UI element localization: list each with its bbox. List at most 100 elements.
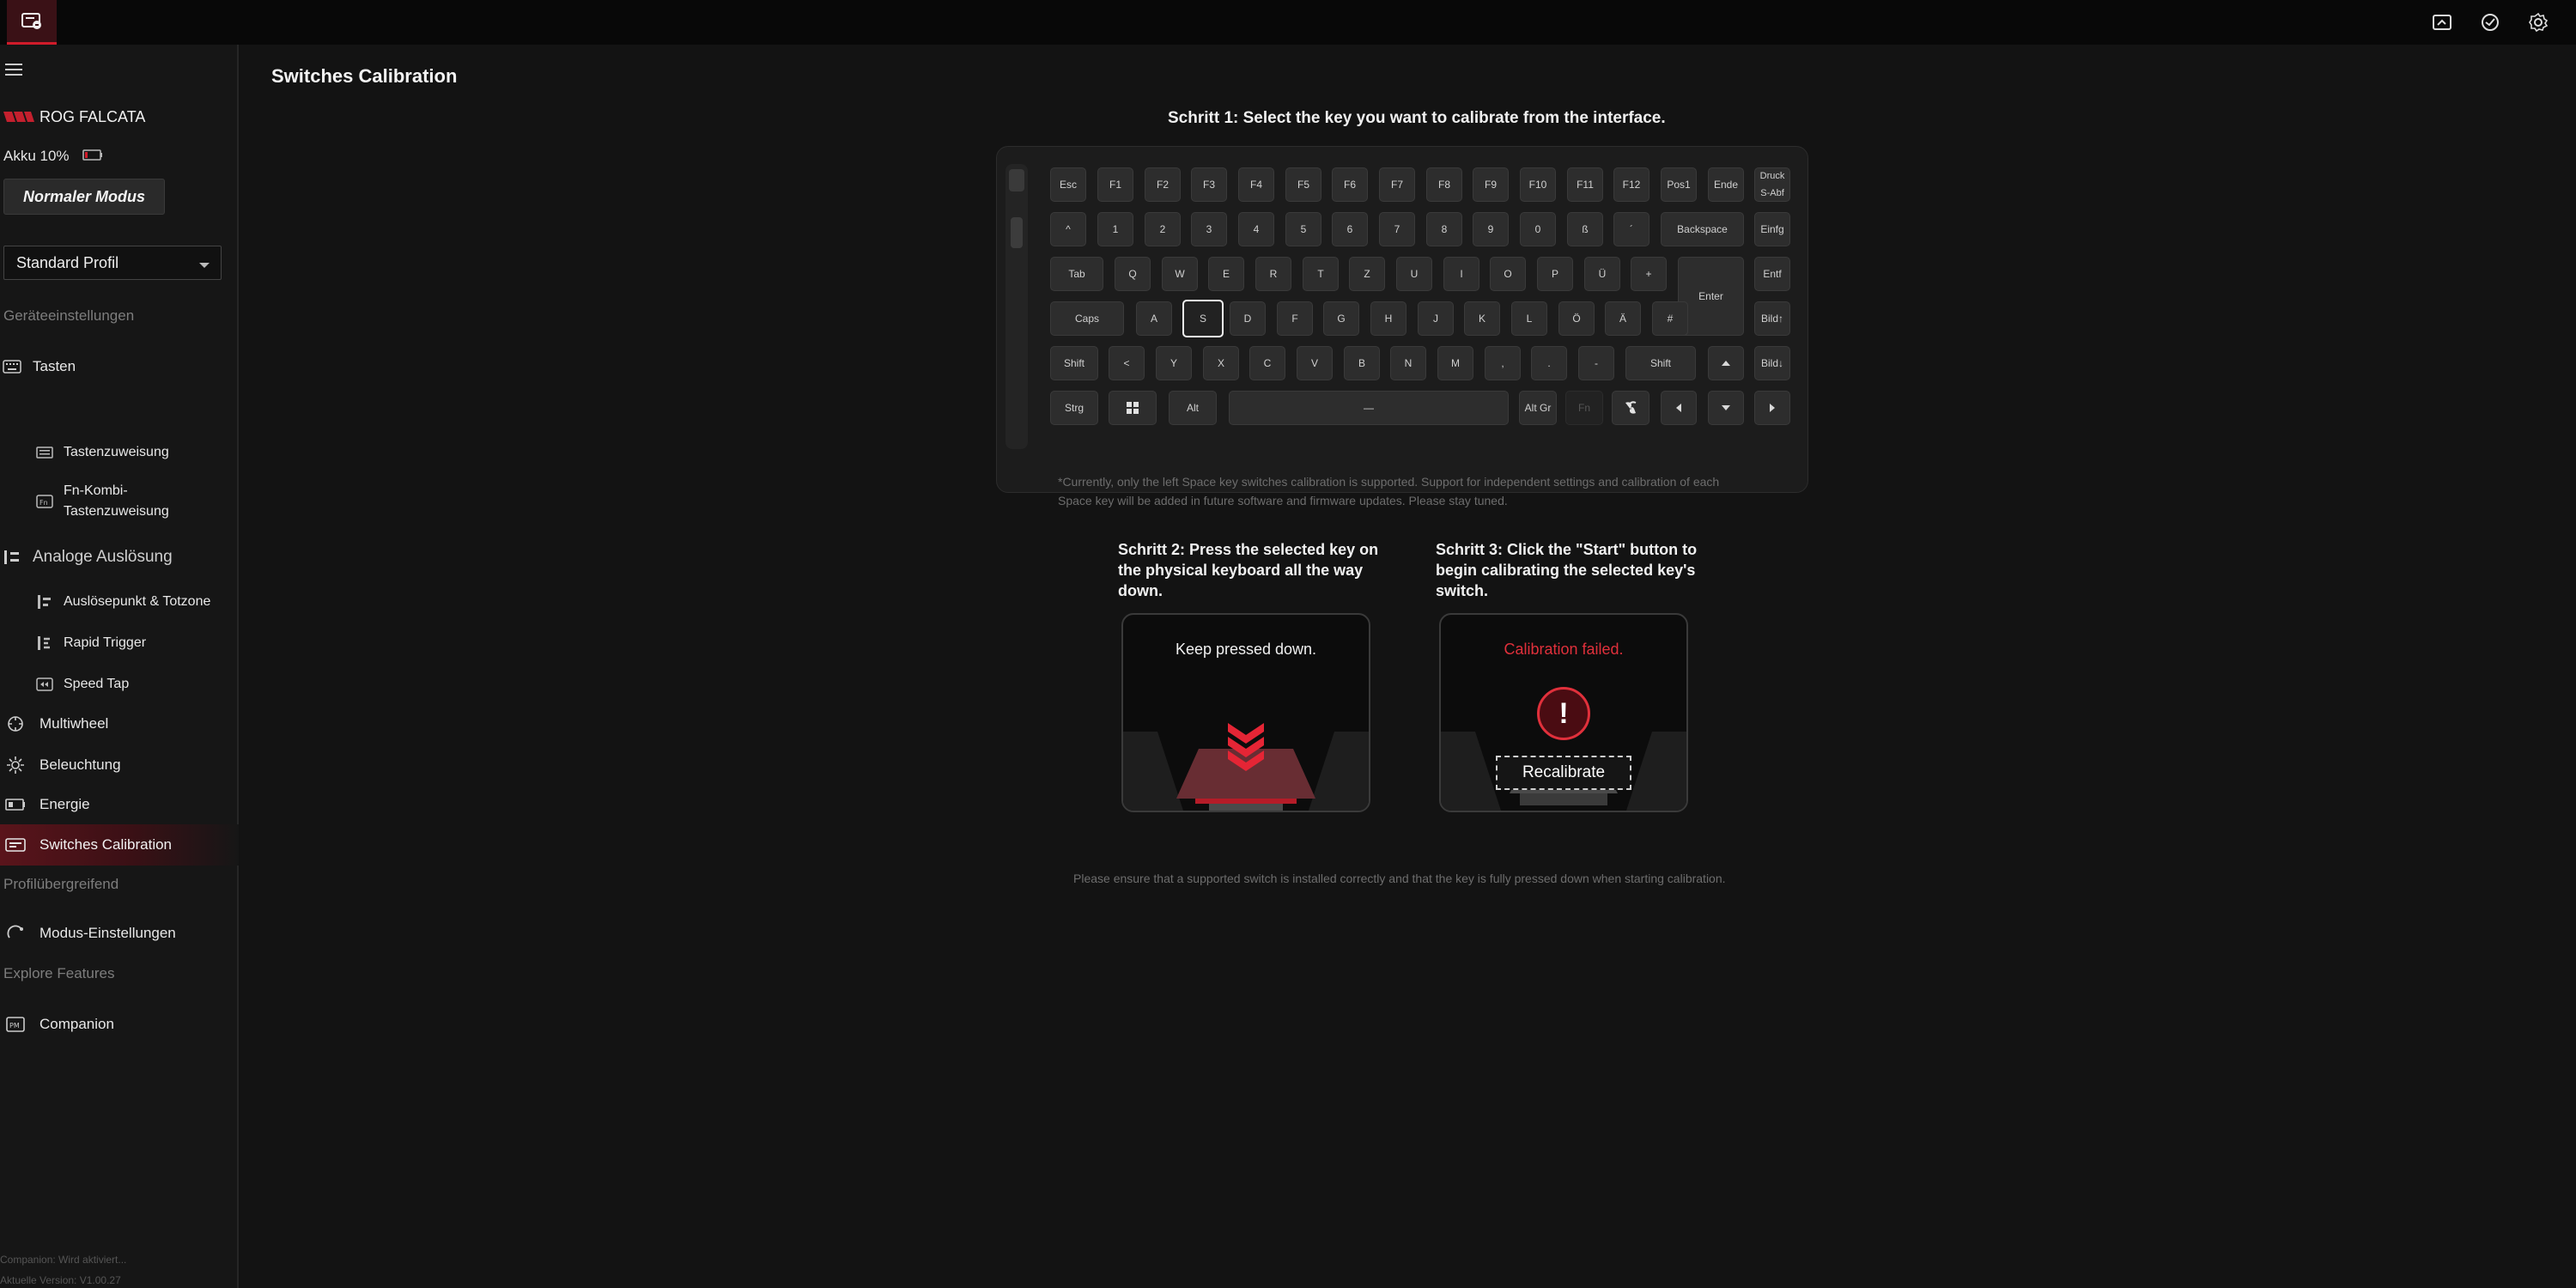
key-acute[interactable]: ´ bbox=[1613, 212, 1649, 246]
key-t[interactable]: T bbox=[1303, 257, 1339, 291]
key-less[interactable]: < bbox=[1109, 346, 1145, 380]
key-arrow-left[interactable] bbox=[1661, 391, 1697, 425]
key-caps[interactable]: Caps bbox=[1050, 301, 1124, 336]
key-j[interactable]: J bbox=[1418, 301, 1454, 336]
key-bild-up[interactable]: Bild↑ bbox=[1754, 301, 1790, 336]
key-k[interactable]: K bbox=[1464, 301, 1500, 336]
settings-icon[interactable] bbox=[2524, 9, 2552, 36]
key-f11[interactable]: F11 bbox=[1567, 167, 1603, 202]
nav-tasten[interactable]: Tasten bbox=[0, 354, 239, 380]
key-f12[interactable]: F12 bbox=[1613, 167, 1649, 202]
key-6[interactable]: 6 bbox=[1332, 212, 1368, 246]
recalibrate-button[interactable]: Recalibrate bbox=[1496, 756, 1631, 790]
profile-select[interactable]: Standard Profil bbox=[3, 246, 222, 280]
key-ae[interactable]: Ä bbox=[1605, 301, 1641, 336]
nav-fn-kombi[interactable]: Fn Fn-Kombi- Tastenzuweisung bbox=[0, 481, 239, 526]
key-u[interactable]: U bbox=[1396, 257, 1432, 291]
key-d[interactable]: D bbox=[1230, 301, 1266, 336]
key-f1[interactable]: F1 bbox=[1097, 167, 1133, 202]
key-s-selected[interactable]: S bbox=[1182, 300, 1224, 337]
key-f5[interactable]: F5 bbox=[1285, 167, 1321, 202]
key-v[interactable]: V bbox=[1297, 346, 1333, 380]
nav-beleuchtung[interactable]: Beleuchtung bbox=[0, 752, 239, 778]
key-arrow-up[interactable] bbox=[1708, 346, 1744, 380]
key-caret[interactable]: ^ bbox=[1050, 212, 1086, 246]
key-e[interactable]: E bbox=[1208, 257, 1244, 291]
key-ende[interactable]: Ende bbox=[1708, 167, 1744, 202]
key-7[interactable]: 7 bbox=[1379, 212, 1415, 246]
key-hash[interactable]: # bbox=[1652, 301, 1688, 336]
key-oe[interactable]: Ö bbox=[1558, 301, 1595, 336]
key-z[interactable]: Z bbox=[1349, 257, 1385, 291]
key-f8[interactable]: F8 bbox=[1426, 167, 1462, 202]
nav-energie[interactable]: Energie bbox=[0, 792, 239, 817]
key-ue[interactable]: Ü bbox=[1584, 257, 1620, 291]
nav-speed-tap[interactable]: Speed Tap bbox=[0, 671, 239, 697]
key-9[interactable]: 9 bbox=[1473, 212, 1509, 246]
key-2[interactable]: 2 bbox=[1145, 212, 1181, 246]
key-n[interactable]: N bbox=[1390, 346, 1426, 380]
key-tab[interactable]: Tab bbox=[1050, 257, 1103, 291]
key-x[interactable]: X bbox=[1203, 346, 1239, 380]
key-h[interactable]: H bbox=[1370, 301, 1406, 336]
key-8[interactable]: 8 bbox=[1426, 212, 1462, 246]
key-sz[interactable]: ß bbox=[1567, 212, 1603, 246]
nav-multiwheel[interactable]: Multiwheel bbox=[0, 711, 239, 737]
hamburger-menu-icon[interactable] bbox=[5, 62, 24, 77]
key-l[interactable]: L bbox=[1511, 301, 1547, 336]
key-period[interactable]: . bbox=[1531, 346, 1567, 380]
key-g[interactable]: G bbox=[1323, 301, 1359, 336]
key-5[interactable]: 5 bbox=[1285, 212, 1321, 246]
multiwheel-knob-icon[interactable] bbox=[1011, 217, 1023, 248]
key-pos1[interactable]: Pos1 bbox=[1661, 167, 1697, 202]
nav-analoge-ausloesung[interactable]: Analoge Auslösung bbox=[0, 544, 239, 570]
key-4[interactable]: 4 bbox=[1238, 212, 1274, 246]
screenshot-icon[interactable] bbox=[2428, 9, 2456, 36]
key-space[interactable]: — bbox=[1229, 391, 1509, 425]
key-einfg[interactable]: Einfg bbox=[1754, 212, 1790, 246]
sync-icon[interactable] bbox=[2476, 9, 2504, 36]
key-m[interactable]: M bbox=[1437, 346, 1473, 380]
nav-modus-einstellungen[interactable]: Modus-Einstellungen bbox=[0, 920, 239, 946]
key-0[interactable]: 0 bbox=[1520, 212, 1556, 246]
key-backspace[interactable]: Backspace bbox=[1661, 212, 1744, 246]
key-r[interactable]: R bbox=[1255, 257, 1291, 291]
key-copilot[interactable] bbox=[1612, 391, 1649, 425]
key-f9[interactable]: F9 bbox=[1473, 167, 1509, 202]
key-c[interactable]: C bbox=[1249, 346, 1285, 380]
nav-switches-calibration[interactable]: Switches Calibration bbox=[0, 824, 239, 866]
key-f6[interactable]: F6 bbox=[1332, 167, 1368, 202]
key-alt-gr[interactable]: Alt Gr bbox=[1519, 391, 1557, 425]
key-y[interactable]: Y bbox=[1156, 346, 1192, 380]
key-alt[interactable]: Alt bbox=[1169, 391, 1217, 425]
key-w[interactable]: W bbox=[1162, 257, 1198, 291]
key-arrow-down[interactable] bbox=[1708, 391, 1744, 425]
key-druck[interactable]: Druck S-Abf bbox=[1754, 167, 1790, 202]
key-minus[interactable]: - bbox=[1578, 346, 1614, 380]
app-icon[interactable] bbox=[7, 0, 57, 45]
key-shift-left[interactable]: Shift bbox=[1050, 346, 1098, 380]
key-f3[interactable]: F3 bbox=[1191, 167, 1227, 202]
key-bild-down[interactable]: Bild↓ bbox=[1754, 346, 1790, 380]
key-a[interactable]: A bbox=[1136, 301, 1172, 336]
key-entf[interactable]: Entf bbox=[1754, 257, 1790, 291]
key-f2[interactable]: F2 bbox=[1145, 167, 1181, 202]
key-plus[interactable]: + bbox=[1631, 257, 1667, 291]
key-shift-right[interactable]: Shift bbox=[1625, 346, 1696, 380]
key-f4[interactable]: F4 bbox=[1238, 167, 1274, 202]
nav-ausloesepunkt[interactable]: Auslösepunkt & Totzone bbox=[0, 589, 239, 615]
nav-companion[interactable]: PM Companion bbox=[0, 1012, 239, 1037]
key-f[interactable]: F bbox=[1277, 301, 1313, 336]
nav-rapid-trigger[interactable]: Rapid Trigger bbox=[0, 630, 239, 656]
key-windows[interactable] bbox=[1109, 391, 1157, 425]
key-f10[interactable]: F10 bbox=[1520, 167, 1556, 202]
side-button-icon[interactable] bbox=[1009, 169, 1024, 191]
key-q[interactable]: Q bbox=[1115, 257, 1151, 291]
key-3[interactable]: 3 bbox=[1191, 212, 1227, 246]
key-p[interactable]: P bbox=[1537, 257, 1573, 291]
key-esc[interactable]: Esc bbox=[1050, 167, 1086, 202]
key-strg[interactable]: Strg bbox=[1050, 391, 1098, 425]
key-o[interactable]: O bbox=[1490, 257, 1526, 291]
key-b[interactable]: B bbox=[1344, 346, 1380, 380]
nav-tastenzuweisung[interactable]: Tastenzuweisung bbox=[0, 440, 239, 465]
